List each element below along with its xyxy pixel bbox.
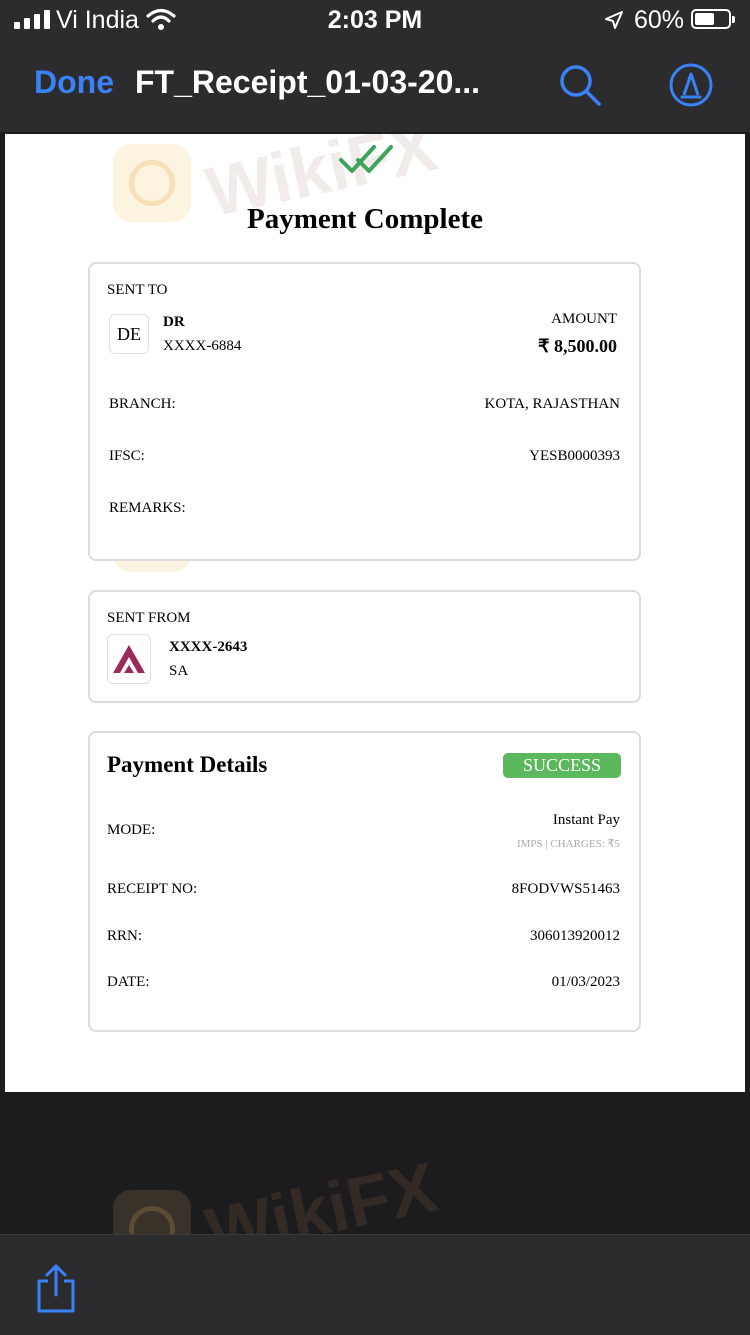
amount-label: AMOUNT — [551, 311, 617, 327]
mode-value: Instant Pay — [552, 812, 620, 828]
sent-from-card: SENT FROM XXXX-2643 SA — [88, 590, 641, 703]
bank-logo-icon — [107, 634, 151, 684]
done-button[interactable]: Done — [34, 64, 114, 101]
double-check-icon — [339, 145, 393, 173]
markup-pen-icon[interactable] — [668, 62, 714, 108]
sent-to-label: SENT TO — [107, 282, 168, 298]
document-title: FT_Receipt_01-03-20... — [135, 64, 481, 100]
sent-from-label: SENT FROM — [107, 610, 191, 626]
nav-bar: Done FT_Receipt_01-03-20... — [0, 40, 750, 132]
branch-value: KOTA, RAJASTHAN — [484, 396, 620, 412]
battery-icon — [691, 9, 735, 29]
receipt-no-label: RECEIPT NO: — [107, 881, 198, 897]
status-badge: SUCCESS — [503, 753, 621, 778]
recipient-name: DR — [163, 314, 185, 330]
receipt-no-value: 8FODVWS51463 — [511, 881, 620, 897]
rrn-value: 306013920012 — [530, 928, 620, 944]
status-bar: Vi India 2:03 PM 60% — [0, 0, 750, 40]
date-label: DATE: — [107, 974, 150, 990]
bottom-toolbar — [0, 1234, 750, 1335]
mode-label: MODE: — [107, 822, 156, 838]
ifsc-value: YESB0000393 — [529, 448, 620, 464]
location-arrow-icon — [605, 11, 623, 29]
amount-value: ₹ 8,500.00 — [538, 336, 617, 356]
share-icon[interactable] — [34, 1263, 78, 1315]
sender-name: SA — [169, 663, 189, 679]
payment-details-card: Payment Details SUCCESS MODE: Instant Pa… — [88, 731, 641, 1032]
recipient-avatar: DE — [109, 314, 149, 354]
sent-to-card: SENT TO DE DR XXXX-6884 AMOUNT ₹ 8,500.0… — [88, 262, 641, 561]
recipient-account: XXXX-6884 — [163, 338, 242, 354]
viewer-background: WikiFX — [0, 1092, 750, 1272]
receipt-page[interactable]: WikiFX WikiFX WikiFX Payment Complete SE… — [5, 134, 745, 1092]
battery-percentage: 60% — [634, 6, 685, 34]
ifsc-label: IFSC: — [109, 448, 145, 464]
search-icon[interactable] — [557, 62, 603, 108]
remarks-label: REMARKS: — [109, 500, 186, 516]
payment-details-title: Payment Details — [107, 752, 268, 777]
sender-account: XXXX-2643 — [169, 639, 248, 655]
rrn-label: RRN: — [107, 928, 143, 944]
branch-label: BRANCH: — [109, 396, 176, 412]
payment-status-heading: Payment Complete — [247, 203, 483, 235]
mode-charges: IMPS | CHARGES: ₹5 — [516, 838, 620, 850]
date-value: 01/03/2023 — [551, 974, 620, 990]
